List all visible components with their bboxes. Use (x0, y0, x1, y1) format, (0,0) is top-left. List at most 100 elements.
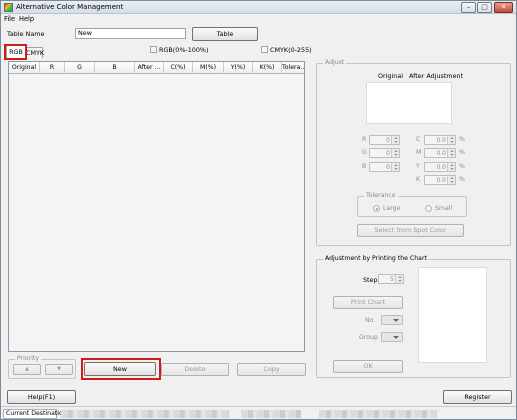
chart-preview (418, 267, 487, 363)
app-icon (4, 3, 13, 12)
m-spinner[interactable]: 0.0 (424, 148, 456, 158)
col-tolerance[interactable]: Tolera... (282, 62, 304, 74)
m-label: M (416, 149, 422, 156)
rgb-percent-checkbox[interactable] (150, 46, 157, 53)
table-button[interactable]: Table (192, 27, 258, 41)
print-chart-button[interactable]: Print Chart (333, 296, 403, 309)
c-spin-arrows[interactable] (447, 136, 455, 144)
group-dropdown[interactable] (381, 332, 403, 342)
title-bar: Alternative Color Management – □ ✕ (1, 1, 516, 14)
color-preview (366, 82, 452, 124)
priority-label: Priority (15, 355, 42, 362)
y-spinner[interactable]: 0.0 (424, 162, 456, 172)
no-dropdown[interactable] (381, 315, 403, 325)
delete-button[interactable]: Delete (161, 363, 229, 376)
original-label: Original (378, 72, 404, 80)
grid-header: Original R G B After ... C(%) M(%) Y(%) … (9, 62, 304, 74)
r-spin-arrows[interactable] (391, 136, 399, 144)
b-label: B (362, 163, 367, 170)
col-y[interactable]: Y(%) (224, 62, 253, 74)
k-value: 0.0 (436, 177, 446, 184)
status-bar: Current Destination (1, 406, 516, 419)
y-value: 0.0 (436, 164, 446, 171)
menu-help[interactable]: Help (19, 15, 34, 23)
menu-file[interactable]: File (4, 15, 15, 23)
destination-value-redacted (61, 410, 229, 418)
r-spinner[interactable]: 0 (369, 135, 400, 145)
m-spin-arrows[interactable] (447, 149, 455, 157)
g-spinner[interactable]: 0 (369, 148, 400, 158)
print-chart-label: Adjustment by Printing the Chart (323, 255, 429, 262)
tolerance-large-label: Large (383, 205, 401, 212)
highlight-new-button (81, 358, 161, 380)
adjust-label: Adjust (323, 59, 347, 66)
tolerance-label: Tolerance (364, 192, 398, 199)
group-label: Group (359, 334, 378, 341)
cmyk-range-label: CMYK(0-255) (270, 46, 312, 54)
step-spinner[interactable]: 5 (378, 274, 404, 284)
b-spinner[interactable]: 0 (369, 162, 400, 172)
color-table-grid[interactable]: Original R G B After ... C(%) M(%) Y(%) … (8, 61, 305, 352)
app-window: Alternative Color Management – □ ✕ File … (0, 0, 517, 420)
copy-button[interactable]: Copy (237, 363, 306, 376)
c-value: 0.0 (436, 137, 446, 144)
r-label: R (362, 136, 367, 143)
menu-bar: File Help (1, 14, 516, 24)
priority-group: Priority ▲ ▼ (8, 355, 76, 379)
adjust-group: Adjust Original After Adjustment R 0 G 0… (316, 59, 511, 246)
table-name-field[interactable]: New (75, 28, 186, 39)
r-value: 0 (386, 137, 390, 144)
status-value-redacted (241, 410, 301, 418)
after-adjustment-label: After Adjustment (409, 72, 464, 80)
minimize-button[interactable]: – (461, 2, 476, 13)
g-label: G (362, 149, 367, 156)
c-unit: % (459, 136, 465, 143)
cmyk-range-checkbox[interactable] (261, 46, 268, 53)
k-label: K (416, 176, 421, 183)
k-unit: % (459, 176, 465, 183)
window-title: Alternative Color Management (16, 3, 124, 11)
ok-button[interactable]: OK (333, 360, 403, 373)
highlight-rgb-tab (4, 44, 27, 60)
print-chart-group: Adjustment by Printing the Chart Step 5 … (316, 255, 511, 378)
col-k[interactable]: K(%) (253, 62, 282, 74)
col-g[interactable]: G (65, 62, 95, 74)
col-r[interactable]: R (40, 62, 65, 74)
col-m[interactable]: M(%) (193, 62, 224, 74)
col-b[interactable]: B (95, 62, 135, 74)
col-original[interactable]: Original (9, 62, 40, 74)
g-spin-arrows[interactable] (391, 149, 399, 157)
k-spinner[interactable]: 0.0 (424, 175, 456, 185)
tab-cmyk[interactable]: CMYK (25, 47, 44, 58)
b-value: 0 (386, 164, 390, 171)
no-label: No. (365, 317, 376, 324)
priority-down-button[interactable]: ▼ (45, 364, 73, 375)
col-c[interactable]: C(%) (164, 62, 193, 74)
y-unit: % (459, 163, 465, 170)
tolerance-large-radio[interactable] (373, 205, 380, 212)
select-spot-color-button[interactable]: Select from Spot Color (357, 224, 464, 237)
close-button[interactable]: ✕ (494, 2, 513, 13)
c-label: C (416, 136, 421, 143)
c-spinner[interactable]: 0.0 (424, 135, 456, 145)
tolerance-small-label: Small (435, 205, 453, 212)
priority-up-button[interactable]: ▲ (13, 364, 41, 375)
register-button[interactable]: Register (443, 390, 512, 404)
tolerance-small-radio[interactable] (425, 205, 432, 212)
rgb-percent-label: RGB(0%-100%) (159, 46, 209, 54)
b-spin-arrows[interactable] (391, 163, 399, 171)
maximize-button[interactable]: □ (477, 2, 492, 13)
y-label: Y (416, 163, 420, 170)
y-spin-arrows[interactable] (447, 163, 455, 171)
k-spin-arrows[interactable] (447, 176, 455, 184)
table-name-label: Table Name (7, 30, 45, 38)
step-value: 5 (390, 276, 394, 283)
g-value: 0 (386, 150, 390, 157)
current-destination-label: Current Destination (3, 409, 67, 419)
step-spin-arrows[interactable] (395, 275, 403, 283)
m-value: 0.0 (436, 150, 446, 157)
m-unit: % (459, 149, 465, 156)
step-label: Step (363, 276, 378, 284)
col-after[interactable]: After ... (135, 62, 164, 74)
help-button[interactable]: Help(F1) (7, 390, 76, 404)
